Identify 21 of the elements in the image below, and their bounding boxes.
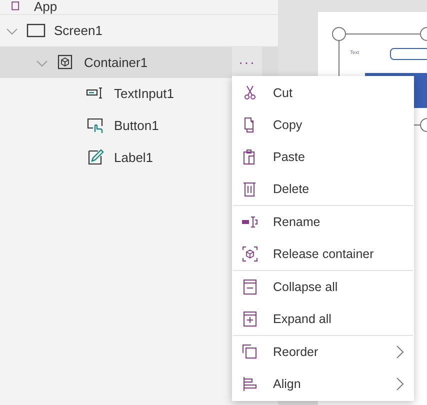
container-icon: [240, 244, 260, 264]
menu-item[interactable]: Reorder: [232, 336, 414, 368]
menu-item[interactable]: Collapse all: [232, 271, 414, 303]
tree-item-label: Screen1: [54, 22, 102, 40]
menu-item[interactable]: Paste: [232, 141, 414, 173]
menu-item[interactable]: Copy: [232, 109, 414, 141]
menu-item[interactable]: Expand all: [232, 303, 414, 335]
tree-item[interactable]: Container1 ···: [0, 46, 278, 78]
menu-item[interactable]: Rename: [232, 206, 414, 238]
menu-item[interactable]: Delete: [232, 173, 414, 205]
tree-item-label: Container1: [84, 54, 148, 72]
menu-item[interactable]: Release container: [232, 238, 414, 270]
tree-item-label: Button1: [114, 117, 159, 136]
tree-item-label: App: [34, 0, 58, 13]
menu-item[interactable]: Align: [232, 368, 414, 400]
input-shape: [390, 48, 427, 60]
tree-item-label: Label1: [114, 149, 154, 168]
tree-item-label: TextInput1: [114, 85, 174, 104]
menu-item[interactable]: Cut: [232, 77, 414, 109]
tree-item[interactable]: App: [0, 0, 278, 14]
more-options-button[interactable]: ···: [232, 47, 262, 78]
